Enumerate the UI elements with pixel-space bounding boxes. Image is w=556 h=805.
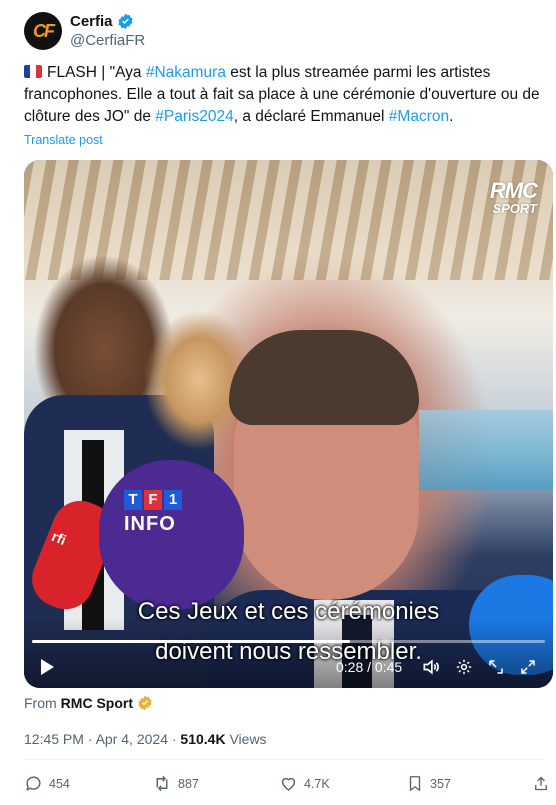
post-meta: 12:45 PM · Apr 4, 2024 · 510.4K Views <box>24 731 267 747</box>
author-handle[interactable]: @CerfiaFR <box>70 31 145 50</box>
author-display-name-row[interactable]: Cerfia <box>70 12 145 31</box>
reply-icon <box>26 776 41 791</box>
views-count: 510.4K <box>180 731 226 747</box>
post-text-part3: , a déclaré Emmanuel <box>233 108 389 125</box>
gold-verified-badge-icon <box>137 695 153 711</box>
verified-badge-icon <box>117 13 134 30</box>
bookmark-count: 357 <box>430 776 451 791</box>
bookmark-button[interactable]: 357 <box>406 774 451 793</box>
settings-button[interactable] <box>452 654 476 680</box>
action-bar: 454 887 4.7K 357 <box>24 774 547 798</box>
tf1-letter-1: 1 <box>164 490 182 510</box>
play-button[interactable] <box>34 654 60 680</box>
play-icon <box>41 659 54 675</box>
translate-post-link[interactable]: Translate post <box>24 133 103 147</box>
reply-count: 454 <box>49 776 70 791</box>
like-count: 4.7K <box>304 776 330 791</box>
hashtag-macron[interactable]: #Macron <box>389 108 449 125</box>
video-controls: 0:28 / 0:45 <box>24 652 553 682</box>
tf1-info-text: INFO <box>124 513 176 535</box>
author-display-name[interactable]: Cerfia <box>70 12 113 31</box>
repost-button[interactable]: 887 <box>152 774 199 793</box>
subtitle-line-1: Ces Jeux et ces cérémonies <box>137 598 440 625</box>
video-time: 0:28 / 0:45 <box>336 659 403 675</box>
rmc-sport-watermark: RMC SPORT <box>489 178 538 218</box>
fullscreen-button[interactable] <box>516 654 540 680</box>
avatar[interactable]: CF <box>24 12 62 50</box>
post-text-part1: FLASH | "Aya <box>47 64 146 81</box>
post-text-part4: . <box>449 108 454 125</box>
video-progress-fill <box>32 640 351 643</box>
from-label: From <box>24 695 57 711</box>
like-button[interactable]: 4.7K <box>279 774 330 793</box>
pip-button[interactable] <box>484 654 508 680</box>
france-flag-icon <box>24 65 42 78</box>
picture-in-picture-icon <box>489 660 503 674</box>
repost-count: 887 <box>178 776 199 791</box>
reply-button[interactable]: 454 <box>24 774 70 793</box>
tf1-letter-t: T <box>124 490 142 510</box>
post-text: FLASH | "Aya #Nakamura est la plus strea… <box>24 62 544 128</box>
post-header: CF Cerfia @CerfiaFR <box>24 12 145 50</box>
share-icon <box>535 776 547 791</box>
fullscreen-icon <box>521 660 535 674</box>
post-timestamp[interactable]: 12:45 PM · Apr 4, 2024 · <box>24 731 180 747</box>
hashtag-paris2024[interactable]: #Paris2024 <box>155 108 233 125</box>
source-name-link[interactable]: RMC Sport <box>61 695 133 711</box>
share-button[interactable] <box>532 774 556 793</box>
video-progress-bar[interactable] <box>32 640 545 643</box>
rmc-watermark-line2: SPORT <box>492 201 537 216</box>
gear-icon <box>456 659 472 675</box>
repost-icon <box>156 775 168 792</box>
hashtag-nakamura[interactable]: #Nakamura <box>146 64 226 81</box>
heart-icon <box>281 777 296 791</box>
video-background-pool <box>419 410 553 490</box>
author-names: Cerfia @CerfiaFR <box>70 12 145 50</box>
bookmark-icon <box>409 776 421 791</box>
rmc-watermark-line1: RMC <box>489 178 538 203</box>
volume-button[interactable] <box>419 654 443 680</box>
divider <box>24 759 544 760</box>
volume-icon <box>423 659 439 675</box>
tf1-info-logo: T F 1 INFO <box>124 490 204 546</box>
views-label: Views <box>225 731 267 747</box>
video-source: From RMC Sport <box>24 695 153 711</box>
tf1-letter-f: F <box>144 490 162 510</box>
avatar-logo: CF <box>33 20 55 41</box>
video-speaker-hair <box>229 330 419 425</box>
video-player[interactable]: rfi T F 1 INFO RMC SPORT Ces Jeux et ces… <box>24 160 553 688</box>
